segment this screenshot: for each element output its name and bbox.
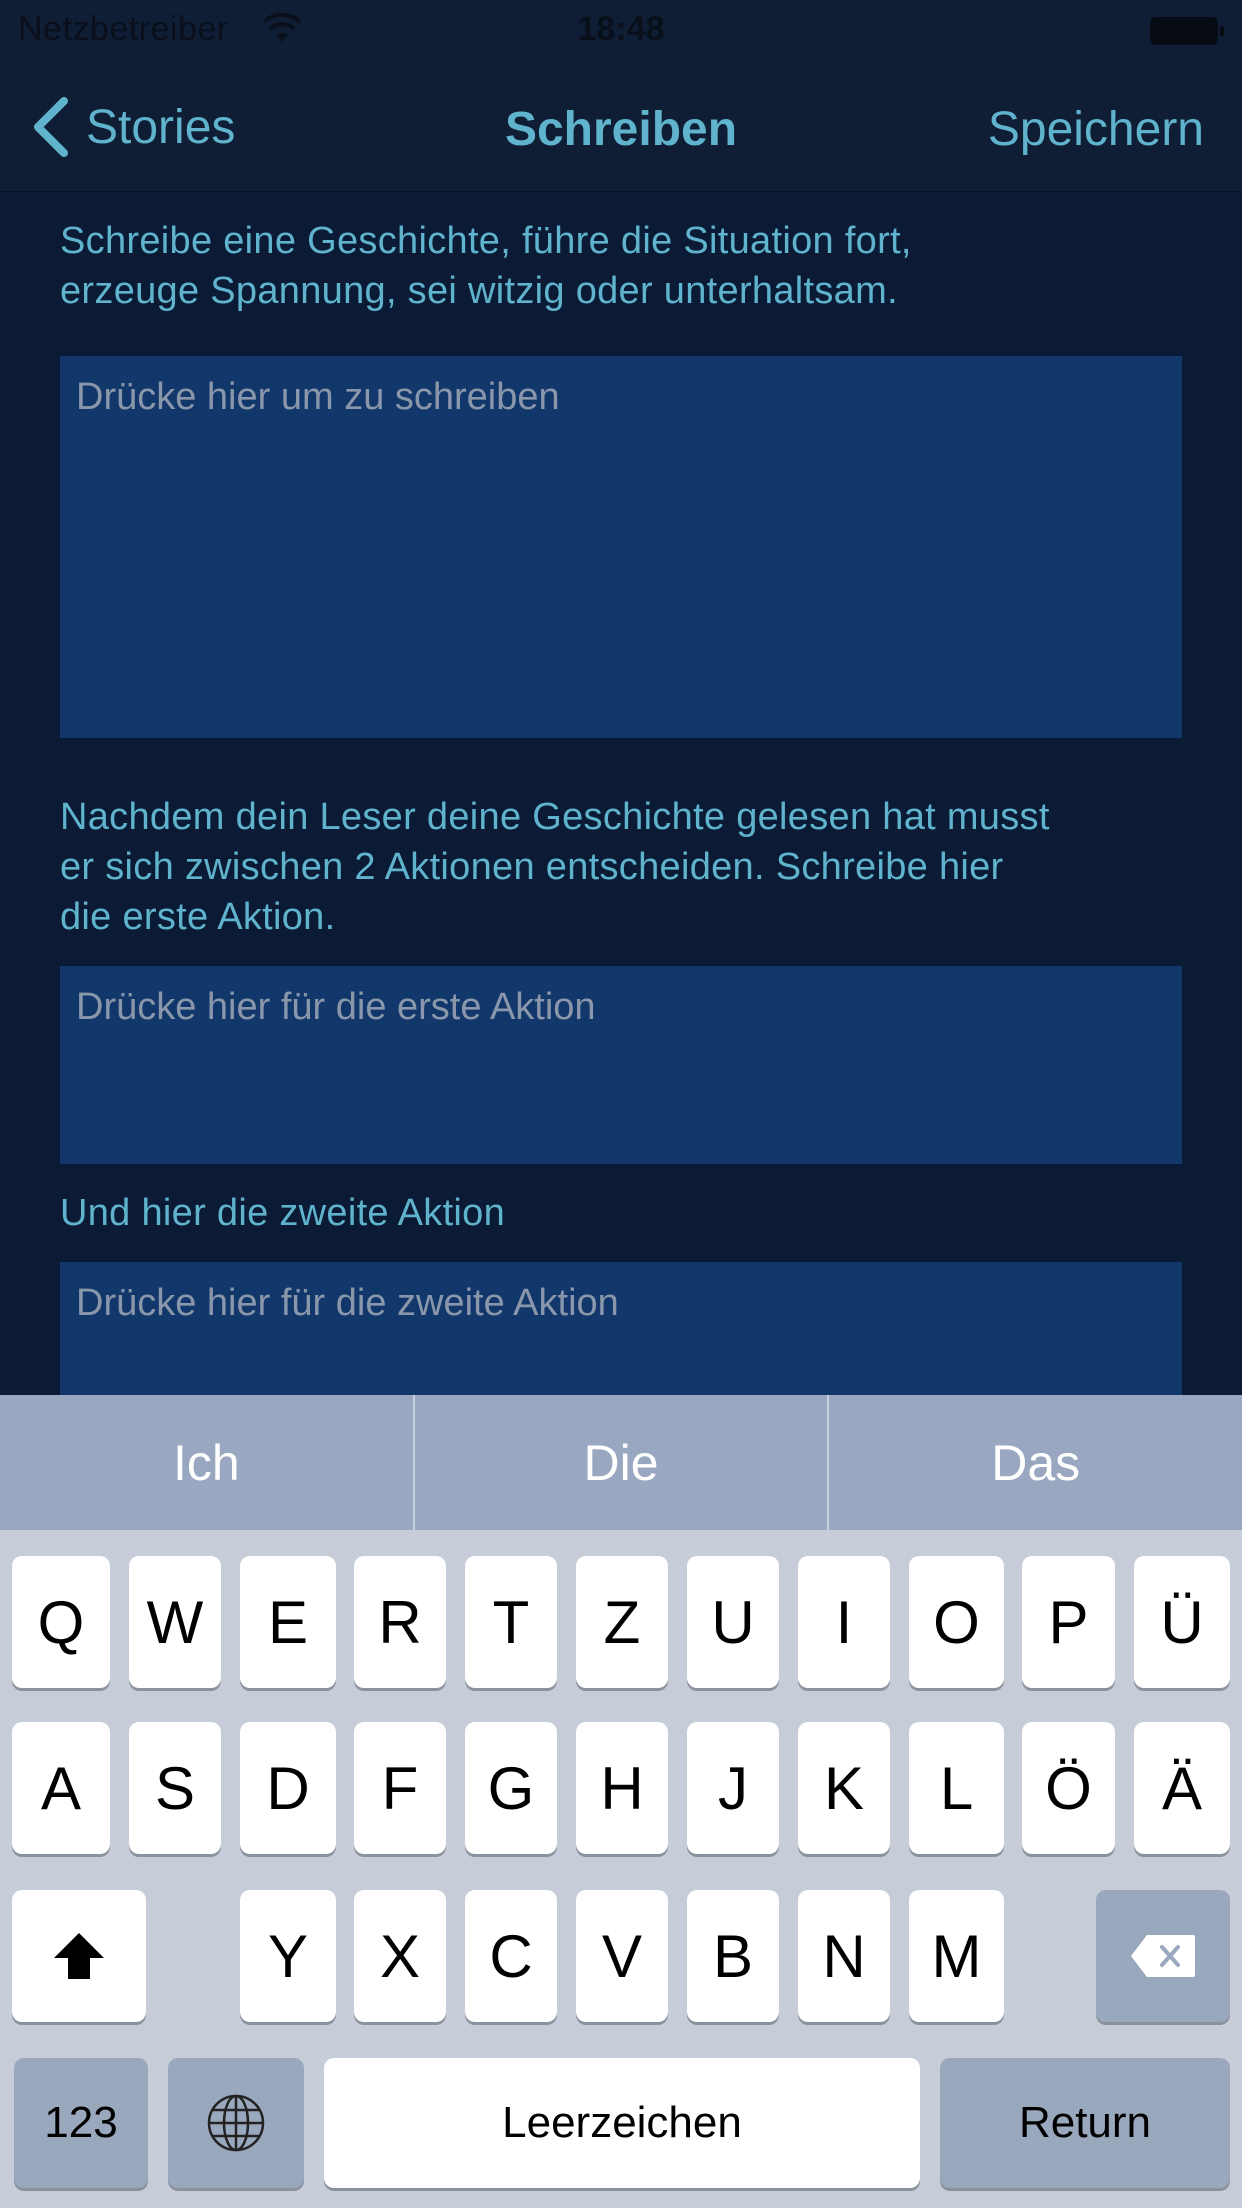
space-key-label: Leerzeichen	[502, 2098, 742, 2147]
key[interactable]: F	[354, 1722, 446, 1854]
key[interactable]: O	[909, 1556, 1004, 1688]
return-key-label: Return	[1018, 2098, 1152, 2147]
actions-instruction: Nachdem dein Leser deine Geschichte gele…	[60, 792, 1180, 942]
intro-line: Schreibe eine Geschichte, führe die Situ…	[60, 220, 912, 262]
prediction-suggestion[interactable]: Das	[829, 1395, 1242, 1530]
key[interactable]: T	[465, 1556, 557, 1688]
key[interactable]: J	[687, 1722, 779, 1854]
numbers-key-label: 123	[44, 2098, 118, 2147]
backspace-icon	[1131, 1935, 1195, 1977]
instruction-line: die erste Aktion.	[60, 896, 336, 938]
key[interactable]: P	[1022, 1556, 1115, 1688]
instruction-line: er sich zwischen 2 Aktionen entscheiden.…	[60, 846, 1004, 888]
delete-key[interactable]	[1096, 1890, 1230, 2022]
back-button[interactable]: Stories	[30, 92, 235, 162]
return-key[interactable]: Return	[940, 2058, 1230, 2188]
key[interactable]: V	[576, 1890, 668, 2022]
clock: 18:48	[577, 10, 665, 48]
status-bar: Netzbetreiber 18:48	[0, 0, 1242, 62]
intro-line: erzeuge Spannung, sei witzig oder unterh…	[60, 270, 898, 312]
key[interactable]: B	[687, 1890, 779, 2022]
key[interactable]: K	[798, 1722, 890, 1854]
prediction-suggestion[interactable]: Die	[415, 1395, 828, 1530]
key[interactable]: W	[129, 1556, 221, 1688]
battery-icon	[1150, 17, 1224, 45]
numbers-key[interactable]: 123	[14, 2058, 148, 2188]
story-text-area[interactable]: Drücke hier um zu schreiben	[60, 356, 1182, 738]
shift-key[interactable]	[12, 1890, 146, 2022]
key[interactable]: Ö	[1022, 1722, 1115, 1854]
save-button[interactable]: Speichern	[988, 102, 1204, 157]
key[interactable]: Q	[12, 1556, 110, 1688]
predictive-text-bar: Ich Die Das	[0, 1395, 1242, 1530]
key[interactable]: U	[687, 1556, 779, 1688]
key[interactable]: E	[240, 1556, 336, 1688]
key[interactable]: L	[909, 1722, 1004, 1854]
key[interactable]: Y	[240, 1890, 336, 2022]
key[interactable]: H	[576, 1722, 668, 1854]
key[interactable]: D	[240, 1722, 336, 1854]
first-action-placeholder: Drücke hier für die erste Aktion	[76, 986, 596, 1028]
globe-icon	[207, 2094, 265, 2152]
key[interactable]: Z	[576, 1556, 668, 1688]
back-label: Stories	[86, 100, 236, 154]
keyboard: Q W E R T Z U I O P Ü A S D F G H J K L …	[0, 1530, 1242, 2208]
second-action-field[interactable]: Drücke hier für die zweite Aktion	[60, 1262, 1182, 1395]
prediction-suggestion[interactable]: Ich	[0, 1395, 413, 1530]
space-key[interactable]: Leerzeichen	[324, 2058, 920, 2188]
first-action-field[interactable]: Drücke hier für die erste Aktion	[60, 966, 1182, 1164]
story-placeholder: Drücke hier um zu schreiben	[76, 376, 560, 418]
key[interactable]: N	[798, 1890, 890, 2022]
key[interactable]: I	[798, 1556, 890, 1688]
globe-key[interactable]	[168, 2058, 304, 2188]
intro-text: Schreibe eine Geschichte, führe die Situ…	[60, 216, 1180, 316]
second-action-label: Und hier die zweite Aktion	[60, 1192, 506, 1234]
screen: Netzbetreiber 18:48 Stories Schreiben Sp…	[0, 0, 1242, 2208]
instruction-line: Nachdem dein Leser deine Geschichte gele…	[60, 796, 1050, 838]
write-form: Schreibe eine Geschichte, führe die Situ…	[0, 192, 1242, 1395]
key[interactable]: G	[465, 1722, 557, 1854]
second-action-placeholder: Drücke hier für die zweite Aktion	[76, 1282, 619, 1324]
key[interactable]: A	[12, 1722, 110, 1854]
navigation-bar: Stories Schreiben Speichern	[0, 62, 1242, 192]
key[interactable]: X	[354, 1890, 446, 2022]
key[interactable]: R	[354, 1556, 446, 1688]
shift-icon	[54, 1933, 104, 1979]
key[interactable]: Ü	[1134, 1556, 1230, 1688]
key[interactable]: Ä	[1134, 1722, 1230, 1854]
key[interactable]: C	[465, 1890, 557, 2022]
chevron-left-icon	[34, 97, 68, 157]
key[interactable]: S	[129, 1722, 221, 1854]
key[interactable]: M	[909, 1890, 1004, 2022]
